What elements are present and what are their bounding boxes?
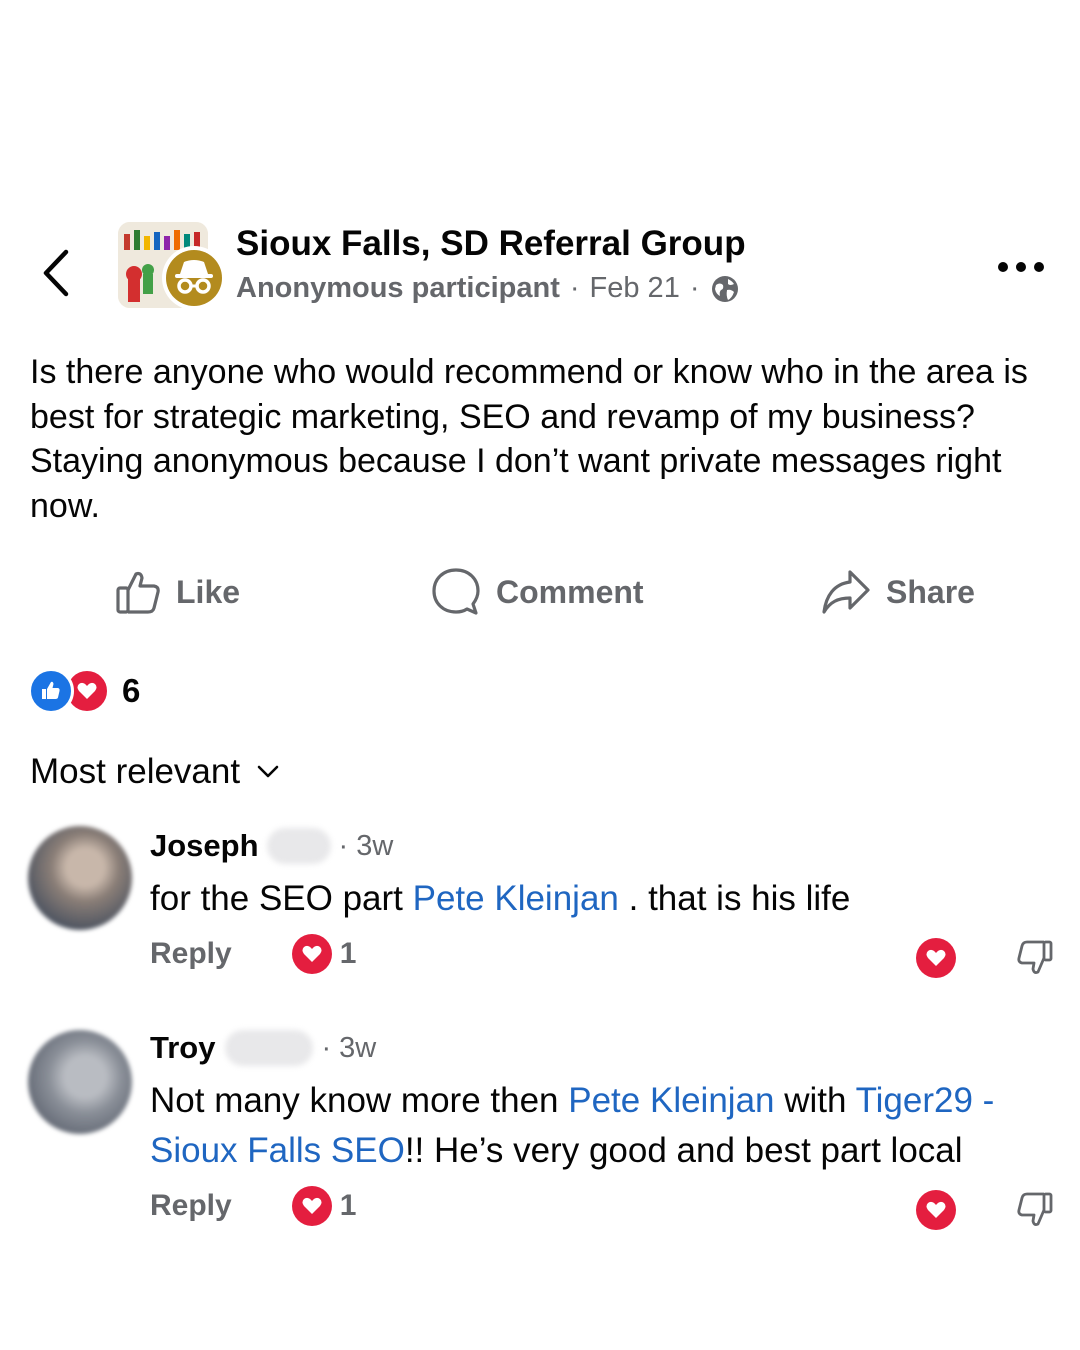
comment-button[interactable]: Comment bbox=[430, 564, 644, 620]
comment-header: Joseph · 3w bbox=[150, 828, 393, 864]
comment-label: Comment bbox=[496, 573, 644, 610]
comment-actions: Reply 1 bbox=[150, 1186, 356, 1226]
heart-icon bbox=[926, 1201, 946, 1218]
reactions-summary[interactable]: 6 bbox=[28, 668, 140, 714]
commenter-name[interactable]: Joseph bbox=[150, 828, 259, 864]
incognito-icon bbox=[175, 260, 213, 294]
share-arrow-icon bbox=[822, 570, 870, 614]
post-text: Is there anyone who would recommend or k… bbox=[30, 353, 1028, 525]
reaction-count: 6 bbox=[122, 672, 141, 709]
heart-icon bbox=[926, 949, 946, 966]
more-dots-icon bbox=[998, 262, 1008, 272]
comment-text-segment: !! He’s very good and best part local bbox=[404, 1131, 963, 1170]
comment-reaction-count[interactable]: 1 bbox=[291, 1186, 357, 1226]
like-button[interactable]: Like bbox=[114, 564, 240, 620]
thumbs-down-icon bbox=[1017, 1192, 1053, 1226]
meta-separator: · bbox=[689, 272, 700, 304]
dislike-button[interactable] bbox=[1014, 938, 1054, 978]
chevron-down-icon bbox=[257, 765, 279, 778]
more-options-button[interactable] bbox=[998, 262, 1044, 272]
comment-text-segment: with bbox=[774, 1081, 856, 1120]
meta-separator: · bbox=[569, 272, 580, 304]
comment-header: Troy · 3w bbox=[150, 1030, 376, 1066]
post-meta: Anonymous participant · Feb 21 · bbox=[236, 272, 740, 305]
love-react-button[interactable] bbox=[916, 1190, 956, 1230]
comments-sort-dropdown[interactable]: Most relevant bbox=[30, 752, 280, 792]
back-button[interactable] bbox=[38, 246, 78, 300]
redacted-surname bbox=[266, 828, 331, 864]
comment-text-segment: Not many know more then bbox=[150, 1081, 569, 1120]
reply-button[interactable]: Reply bbox=[150, 937, 232, 971]
mention-link[interactable]: Pete Kleinjan bbox=[413, 879, 619, 918]
love-reaction-icon bbox=[291, 1186, 332, 1226]
like-label: Like bbox=[176, 573, 241, 610]
like-reaction-icon bbox=[28, 668, 74, 714]
comment-actions: Reply 1 bbox=[150, 934, 356, 974]
share-label: Share bbox=[886, 573, 975, 610]
redacted-surname bbox=[225, 1030, 314, 1066]
comment-text-segment: . that is his life bbox=[618, 879, 851, 918]
share-button[interactable]: Share bbox=[820, 564, 975, 620]
love-reaction-icon bbox=[291, 934, 332, 974]
more-dot bbox=[1016, 262, 1026, 272]
comment-bubble-icon bbox=[432, 568, 480, 615]
comment-reaction-count[interactable]: 1 bbox=[291, 934, 357, 974]
author-name[interactable]: Anonymous participant bbox=[236, 272, 560, 305]
more-dot bbox=[1034, 262, 1044, 272]
commenter-avatar[interactable] bbox=[28, 1030, 132, 1134]
thumbs-up-icon bbox=[116, 571, 160, 614]
group-name[interactable]: Sioux Falls, SD Referral Group bbox=[236, 224, 746, 264]
thumbs-down-icon bbox=[1017, 940, 1053, 974]
love-react-button[interactable] bbox=[916, 938, 956, 978]
commenter-name[interactable]: Troy bbox=[150, 1030, 215, 1066]
globe-icon bbox=[711, 275, 738, 302]
post-date[interactable]: Feb 21 bbox=[590, 272, 680, 305]
comment-time[interactable]: · 3w bbox=[321, 1032, 376, 1065]
comment-time[interactable]: · 3w bbox=[339, 830, 394, 863]
comment-text: Not many know more then Pete Kleinjan wi… bbox=[150, 1076, 1060, 1176]
love-count: 1 bbox=[339, 937, 357, 970]
commenter-avatar[interactable] bbox=[28, 826, 132, 930]
love-count: 1 bbox=[339, 1189, 357, 1222]
comment-text-segment: for the SEO part bbox=[150, 879, 413, 918]
dislike-button[interactable] bbox=[1014, 1190, 1054, 1230]
comment-text: for the SEO part Pete Kleinjan . that is… bbox=[150, 874, 1060, 924]
mention-link[interactable]: Pete Kleinjan bbox=[568, 1081, 774, 1120]
anonymous-badge bbox=[162, 246, 226, 310]
reply-button[interactable]: Reply bbox=[150, 1189, 232, 1223]
sort-label: Most relevant bbox=[30, 752, 241, 791]
chevron-left-icon bbox=[43, 249, 69, 297]
